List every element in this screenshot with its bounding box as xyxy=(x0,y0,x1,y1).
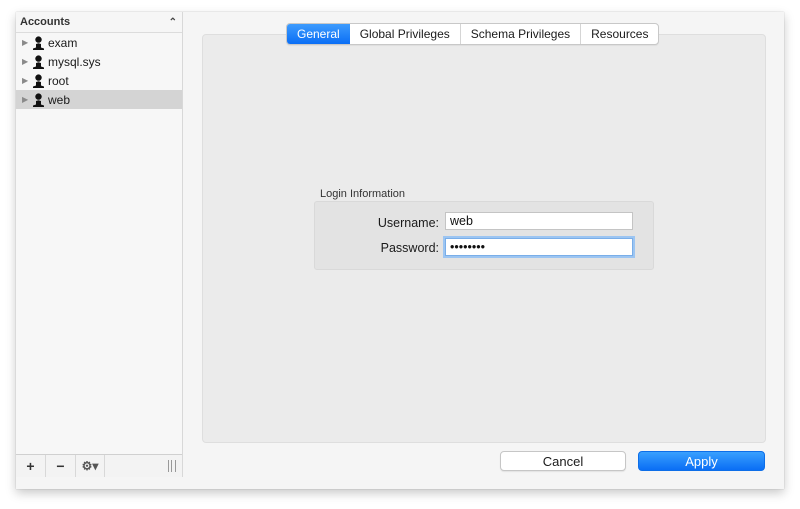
account-item-web[interactable]: ▶ web xyxy=(16,90,182,109)
accounts-list: ▶ exam ▶ mysql.sys ▶ root ▶ web xyxy=(16,33,182,109)
disclosure-triangle-icon[interactable]: ▶ xyxy=(22,76,32,85)
disclosure-triangle-icon[interactable]: ▶ xyxy=(22,95,32,104)
tab-global-privileges[interactable]: Global Privileges xyxy=(350,24,461,44)
add-account-button[interactable]: + xyxy=(16,455,46,477)
chevron-up-icon[interactable]: ⌃ xyxy=(169,17,177,28)
username-input[interactable] xyxy=(445,212,633,230)
footer-spacer xyxy=(105,455,182,477)
account-item-root[interactable]: ▶ root xyxy=(16,71,182,90)
sidebar-footer: + − ⚙▾ xyxy=(16,454,182,477)
account-name: mysql.sys xyxy=(48,54,101,69)
password-input[interactable] xyxy=(445,238,633,256)
tab-resources[interactable]: Resources xyxy=(581,24,658,44)
login-information-group: Username: Password: xyxy=(314,201,654,270)
account-item-exam[interactable]: ▶ exam xyxy=(16,33,182,52)
password-label: Password: xyxy=(380,241,439,255)
apply-button[interactable]: Apply xyxy=(638,451,765,471)
accounts-header[interactable]: Accounts ⌃ xyxy=(16,12,182,33)
user-icon xyxy=(33,73,44,88)
accounts-sidebar: Accounts ⌃ ▶ exam ▶ mysql.sys ▶ root ▶ w… xyxy=(16,12,183,477)
account-name: exam xyxy=(48,35,78,50)
account-name: web xyxy=(48,92,71,107)
tab-bar: General Global Privileges Schema Privile… xyxy=(286,23,660,45)
users-window: Accounts ⌃ ▶ exam ▶ mysql.sys ▶ root ▶ w… xyxy=(16,12,784,489)
gear-icon: ⚙▾ xyxy=(81,459,99,473)
account-name: root xyxy=(48,73,69,88)
disclosure-triangle-icon[interactable]: ▶ xyxy=(22,38,32,47)
username-label: Username: xyxy=(377,216,439,230)
user-icon xyxy=(33,92,44,107)
user-icon xyxy=(33,54,44,69)
cancel-button[interactable]: Cancel xyxy=(500,451,626,471)
disclosure-triangle-icon[interactable]: ▶ xyxy=(22,57,32,66)
tab-schema-privileges[interactable]: Schema Privileges xyxy=(461,24,582,44)
resize-handle-icon[interactable] xyxy=(168,460,176,472)
gear-menu-button[interactable]: ⚙▾ xyxy=(76,455,105,477)
account-item-mysql-sys[interactable]: ▶ mysql.sys xyxy=(16,52,182,71)
user-icon xyxy=(33,35,44,50)
accounts-header-label: Accounts xyxy=(20,16,71,28)
remove-account-button[interactable]: − xyxy=(46,455,76,477)
login-information-title: Login Information xyxy=(320,188,405,200)
tab-general[interactable]: General xyxy=(287,24,350,44)
